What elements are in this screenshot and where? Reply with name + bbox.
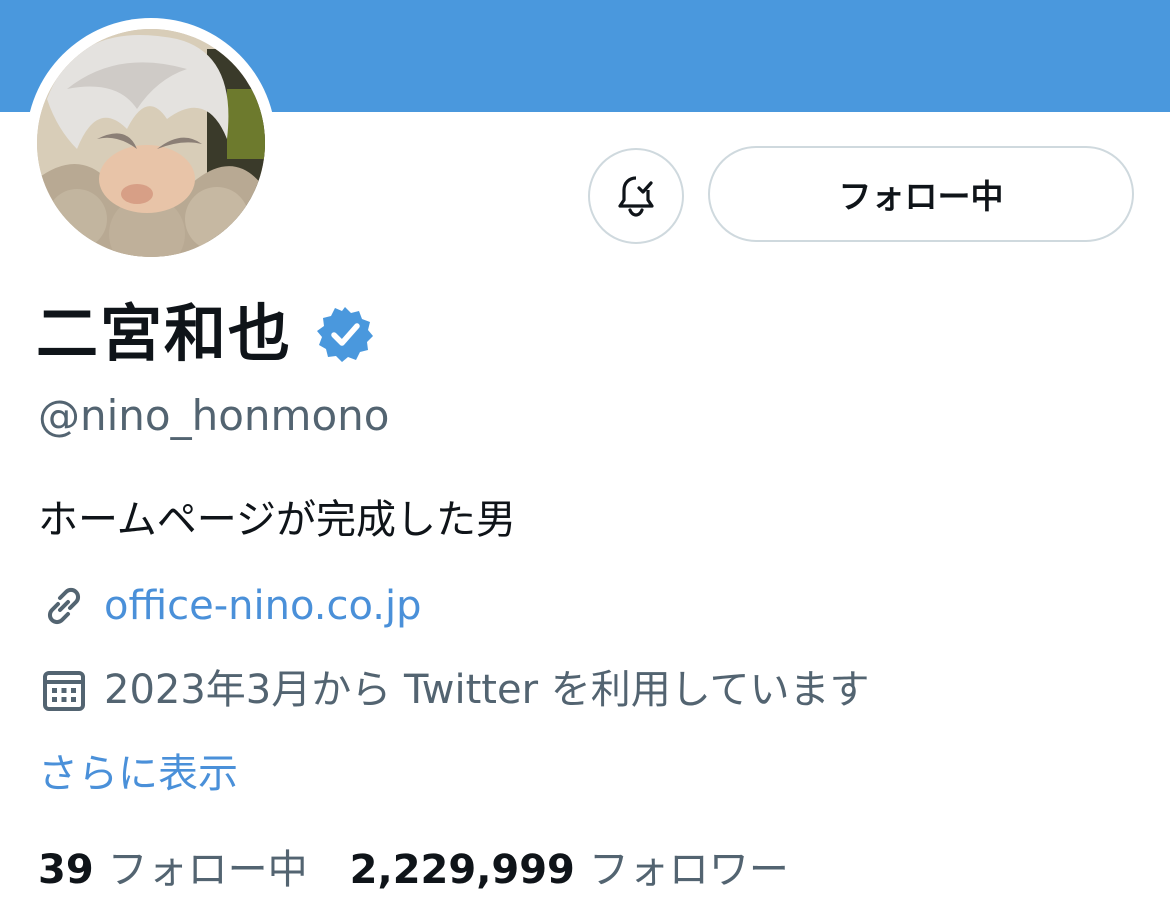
followers-label: フォロワー bbox=[588, 847, 789, 893]
followers-count: 2,229,999 bbox=[349, 847, 575, 893]
calendar-icon bbox=[43, 671, 85, 711]
website-row: office-nino.co.jp bbox=[38, 578, 421, 634]
followers-stat[interactable]: 2,229,999 フォロワー bbox=[350, 842, 789, 898]
display-name: 二宮和也 bbox=[36, 297, 293, 370]
following-count: 39 bbox=[38, 847, 94, 893]
following-label: フォロー中 bbox=[107, 847, 308, 893]
avatar-photo bbox=[37, 29, 265, 257]
link-icon bbox=[47, 587, 81, 625]
following-button[interactable]: フォロー中 bbox=[708, 146, 1134, 242]
notification-bell-button[interactable] bbox=[588, 148, 684, 244]
verified-badge-icon bbox=[317, 307, 374, 362]
joined-date-text: 2023年3月から Twitter を利用しています bbox=[104, 667, 870, 713]
name-row: 二宮和也 bbox=[36, 292, 374, 376]
bell-check-icon bbox=[618, 176, 654, 217]
user-handle: @nino_honmono bbox=[38, 391, 390, 440]
profile-page: フォロー中 二宮和也 @nino_honmono ホームページが完成した男 of… bbox=[0, 0, 1170, 919]
bio-text: ホームページが完成した男 bbox=[38, 497, 516, 543]
avatar[interactable] bbox=[26, 18, 276, 268]
joined-row: 2023年3月から Twitter を利用しています bbox=[38, 662, 870, 718]
following-stat[interactable]: 39 フォロー中 bbox=[38, 842, 308, 898]
website-link[interactable]: office-nino.co.jp bbox=[104, 578, 421, 634]
show-more-link[interactable]: さらに表示 bbox=[38, 746, 238, 802]
follow-stats: 39 フォロー中 2,229,999 フォロワー bbox=[38, 842, 789, 898]
